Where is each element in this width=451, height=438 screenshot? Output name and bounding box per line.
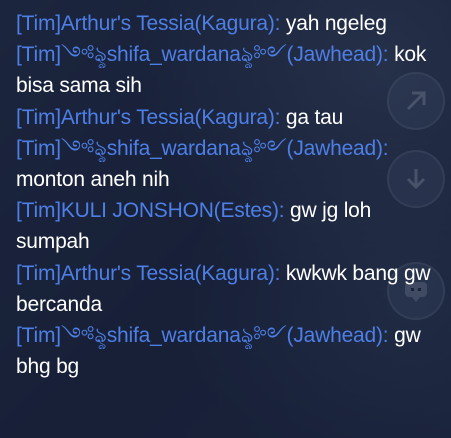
message-text: monton aneh nih: [16, 168, 170, 192]
message-sender[interactable]: [Tim]༺ৡshifa_wardanaৡ༻(Jawhead):: [16, 137, 389, 160]
message-sender[interactable]: [Tim]༺ৡshifa_wardanaৡ༻(Jawhead):: [16, 324, 389, 347]
chat-message: [Tim]Arthur's Tessia(Kagura): kwkwk bang…: [16, 258, 436, 320]
message-text: ga tau: [280, 105, 344, 129]
message-text: yah ngeleg: [280, 12, 387, 35]
chat-message-list: [Tim]Arthur's Tessia(Kagura): yah ngeleg…: [16, 8, 436, 382]
message-sender[interactable]: [Tim]Arthur's Tessia(Kagura):: [16, 12, 280, 35]
chat-message: [Tim]༺ৡshifa_wardanaৡ༻(Jawhead): kok bis…: [16, 39, 436, 101]
chat-message: [Tim]Arthur's Tessia(Kagura): yah ngeleg: [16, 8, 436, 39]
chat-message: [Tim]༺ৡshifa_wardanaৡ༻(Jawhead): monton …: [16, 133, 436, 195]
message-sender[interactable]: [Tim]KULI JONSHON(Estes):: [16, 199, 285, 222]
chat-message: [Tim]KULI JONSHON(Estes): gw jg loh sump…: [16, 195, 436, 257]
chat-message: [Tim]༺ৡshifa_wardanaৡ༻(Jawhead): gw bhg …: [16, 320, 436, 382]
team-chat-panel: [Tim]Arthur's Tessia(Kagura): yah ngeleg…: [0, 0, 451, 438]
message-sender[interactable]: [Tim]༺ৡshifa_wardanaৡ༻(Jawhead):: [16, 43, 389, 66]
message-sender[interactable]: [Tim]Arthur's Tessia(Kagura):: [16, 262, 280, 285]
message-sender[interactable]: [Tim]Arthur's Tessia(Kagura):: [16, 106, 280, 129]
chat-message: [Tim]Arthur's Tessia(Kagura): ga tau: [16, 102, 436, 133]
